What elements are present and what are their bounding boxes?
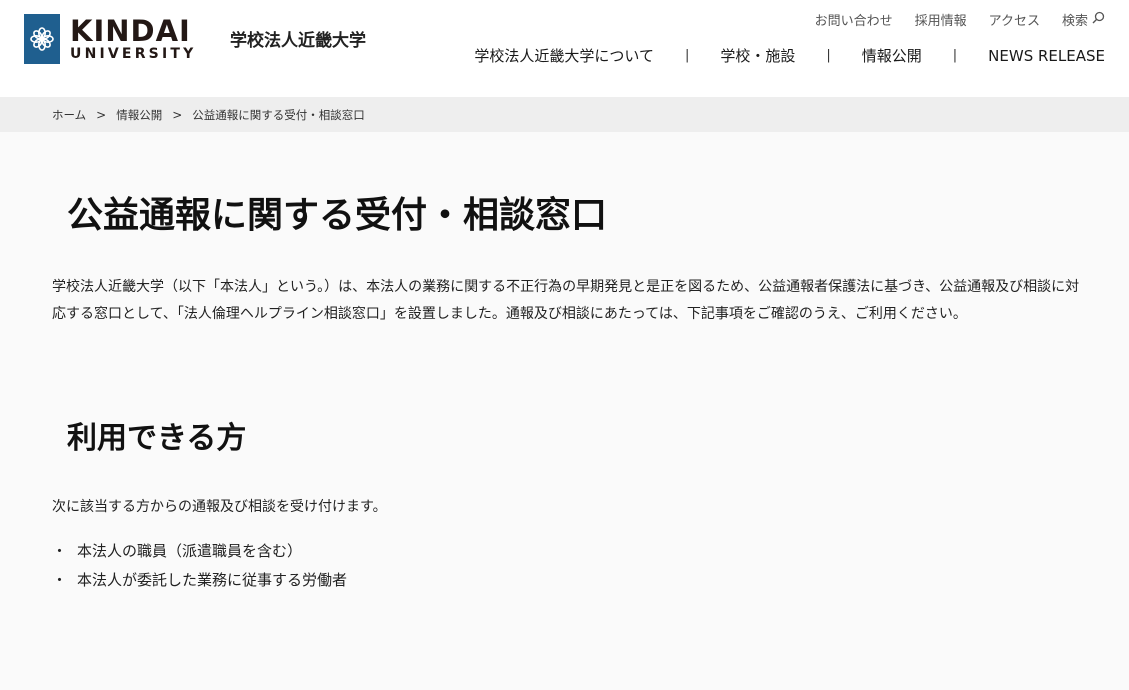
- nav-item-news-release[interactable]: NEWS RELEASE: [988, 47, 1105, 65]
- nav-separator: |: [826, 48, 831, 63]
- breadcrumb-disclosure[interactable]: 情報公開: [116, 107, 162, 123]
- breadcrumb: ホーム > 情報公開 > 公益通報に関する受付・相談窓口: [0, 97, 1129, 132]
- search-icon: [1092, 11, 1105, 28]
- nav-item-disclosure[interactable]: 情報公開: [862, 45, 922, 66]
- util-link-recruit[interactable]: 採用情報: [915, 10, 967, 29]
- breadcrumb-home[interactable]: ホーム: [52, 107, 86, 123]
- util-link-contact[interactable]: お問い合わせ: [815, 10, 893, 29]
- intro-paragraph: 学校法人近畿大学（以下「本法人」という。）は、本法人の業務に関する不正行為の早期…: [52, 279, 1080, 322]
- kindai-logo[interactable]: KINDAI UNIVERSITY: [24, 14, 196, 64]
- section-title-eligible: 利用できる方: [67, 421, 247, 456]
- search-link[interactable]: 検索: [1062, 10, 1105, 29]
- list-item: ・ 本法人の職員（派遣職員を含む）: [52, 537, 1082, 566]
- site-header: KINDAI UNIVERSITY 学校法人近畿大学 お問い合わせ 採用情報 ア…: [0, 0, 1129, 97]
- breadcrumb-separator: >: [96, 107, 107, 122]
- list-item: ・ 本法人が委託した業務に従事する労働者: [52, 566, 1082, 595]
- logo-sub-text: UNIVERSITY: [70, 46, 197, 62]
- list-bullet: ・: [52, 542, 68, 560]
- main-nav: 学校法人近畿大学について | 学校・施設 | 情報公開 | NEWS RELEA…: [474, 45, 1105, 66]
- logo-main-text: KINDAI: [70, 14, 191, 48]
- breadcrumb-current: 公益通報に関する受付・相談窓口: [192, 107, 365, 122]
- flower-logo-icon: [24, 14, 60, 64]
- util-link-access[interactable]: アクセス: [989, 10, 1040, 29]
- nav-item-about[interactable]: 学校法人近畿大学について: [474, 45, 654, 66]
- eligible-list: ・ 本法人の職員（派遣職員を含む） ・ 本法人が委託した業務に従事する労働者: [52, 537, 1082, 595]
- section-lead: 次に該当する方からの通報及び相談を受け付けます。: [52, 499, 387, 515]
- list-bullet: ・: [52, 571, 68, 589]
- nav-item-schools[interactable]: 学校・施設: [720, 45, 795, 66]
- main-content: 公益通報に関する受付・相談窓口 学校法人近畿大学（以下「本法人」という。）は、本…: [52, 132, 1082, 595]
- logo-wordmark: KINDAI UNIVERSITY: [70, 16, 196, 62]
- page-title: 公益通報に関する受付・相談窓口: [67, 195, 608, 236]
- breadcrumb-separator: >: [172, 107, 183, 122]
- list-item-text: 本法人が委託した業務に従事する労働者: [77, 571, 348, 589]
- org-name: 学校法人近畿大学: [230, 31, 366, 51]
- nav-separator: |: [952, 48, 958, 63]
- utility-nav: お問い合わせ 採用情報 アクセス 検索: [815, 10, 1105, 29]
- list-item-text: 本法人の職員（派遣職員を含む）: [77, 542, 303, 560]
- nav-separator: |: [684, 48, 690, 63]
- search-label: 検索: [1061, 14, 1088, 29]
